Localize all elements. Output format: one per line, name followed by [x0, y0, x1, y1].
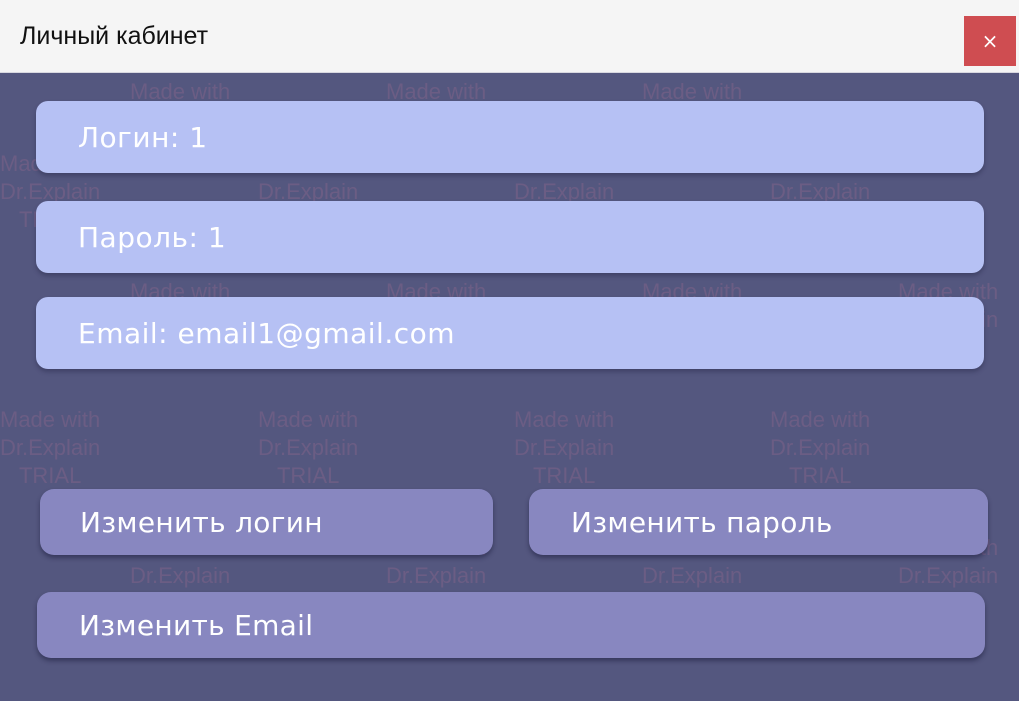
watermark: Made with Dr.Explain TRIAL: [770, 407, 871, 488]
close-icon: ×: [981, 29, 999, 53]
change-password-button[interactable]: Изменить пароль: [529, 489, 988, 555]
window-title: Личный кабинет: [20, 22, 209, 50]
password-value: 1: [207, 220, 227, 254]
change-login-button[interactable]: Изменить логин: [40, 489, 493, 555]
change-password-label: Изменить пароль: [571, 505, 833, 539]
change-email-label: Изменить Email: [79, 608, 314, 642]
close-button[interactable]: ×: [964, 16, 1016, 66]
login-label: Логин:: [78, 120, 180, 154]
password-label: Пароль:: [78, 220, 199, 254]
email-label: Email:: [78, 316, 169, 350]
title-bar: Личный кабинет ×: [0, 0, 1019, 73]
watermark: Made with Dr.Explain TRIAL: [0, 407, 101, 488]
change-email-button[interactable]: Изменить Email: [37, 592, 985, 658]
email-field: Email: email1@gmail.com: [36, 297, 984, 369]
login-field: Логин: 1: [36, 101, 984, 173]
email-value: email1@gmail.com: [177, 316, 456, 350]
password-field: Пароль: 1: [36, 201, 984, 273]
login-value: 1: [189, 120, 208, 154]
watermark: Made with Dr.Explain TRIAL: [258, 407, 359, 488]
change-login-label: Изменить логин: [80, 505, 323, 539]
watermark: Made with Dr.Explain TRIAL: [514, 407, 615, 488]
personal-account-window: Личный кабинет × Made with Dr.Explain TR…: [0, 0, 1019, 701]
